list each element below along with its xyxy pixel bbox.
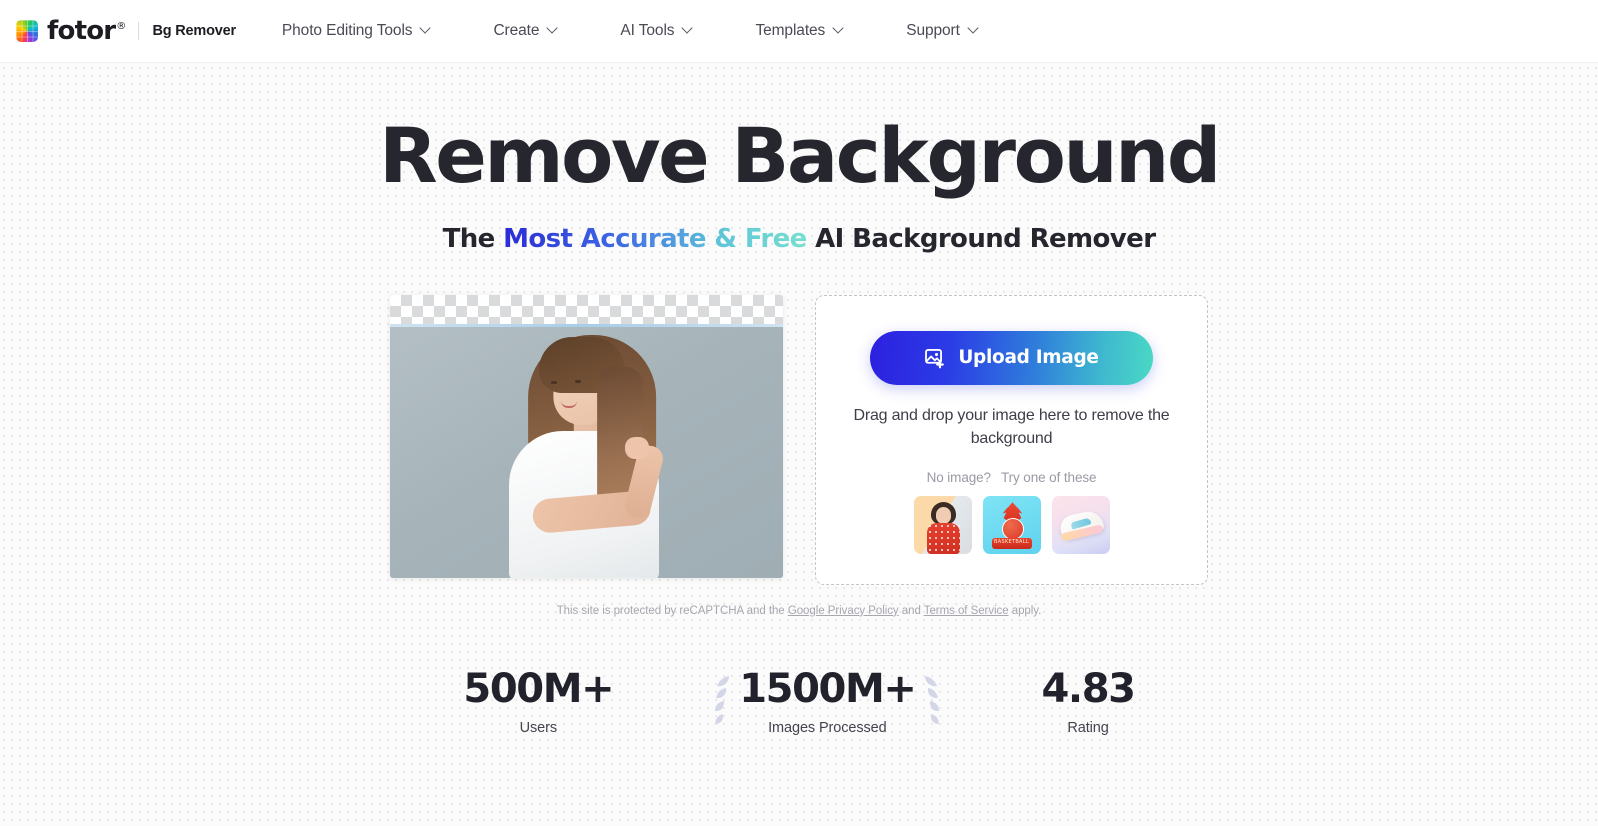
subtitle-suffix: AI Background Remover bbox=[806, 223, 1156, 254]
registered-trademark-icon: ® bbox=[116, 21, 126, 33]
stat-users: 500M+ Users bbox=[463, 665, 614, 736]
subtitle-highlight: Most Accurate & Free bbox=[503, 223, 807, 254]
nav-item-photo-editing-tools[interactable]: Photo Editing Tools bbox=[282, 14, 432, 48]
recaptcha-text-after: apply. bbox=[1008, 604, 1042, 617]
sample-prompt-row: No image? Try one of these bbox=[927, 470, 1097, 485]
subtitle-prefix: The bbox=[442, 223, 504, 254]
thumb-dress-pattern bbox=[926, 523, 960, 555]
no-image-label: No image? bbox=[926, 470, 991, 486]
photo-eye-right bbox=[574, 379, 581, 383]
main-navigation: Photo Editing Tools Create AI Tools Temp… bbox=[282, 14, 979, 48]
fotor-logo-icon bbox=[16, 20, 38, 42]
recaptcha-text-before: This site is protected by reCAPTCHA and … bbox=[556, 604, 788, 617]
sample-basketball-logo[interactable]: BASKETBALL bbox=[982, 496, 1041, 555]
upload-button-label: Upload Image bbox=[958, 347, 1099, 369]
thumb-face bbox=[935, 507, 951, 525]
sample-sneaker[interactable] bbox=[1051, 496, 1110, 555]
google-privacy-policy-link[interactable]: Google Privacy Policy bbox=[788, 605, 899, 617]
stat-label: Rating bbox=[1067, 719, 1109, 736]
chevron-down-icon bbox=[834, 24, 844, 34]
photo-hand bbox=[624, 436, 649, 459]
stat-rating: 4.83 Rating bbox=[1041, 665, 1135, 736]
product-name[interactable]: Bg Remover bbox=[153, 23, 237, 39]
chevron-down-icon bbox=[969, 24, 979, 34]
laurel-wreath-right-icon bbox=[925, 675, 940, 724]
page-title: Remove Background bbox=[379, 111, 1221, 200]
nav-label: Photo Editing Tools bbox=[281, 22, 413, 39]
stat-wreath-row: 1500M+ Images Processed bbox=[707, 666, 947, 736]
laurel-wreath-left-icon bbox=[715, 675, 730, 724]
stat-value: 1500M+ bbox=[739, 665, 917, 712]
chevron-down-icon bbox=[683, 24, 693, 34]
hero-subtitle: The Most Accurate & Free AI Background R… bbox=[0, 224, 1598, 254]
nav-item-support[interactable]: Support bbox=[906, 14, 979, 48]
stat-value: 4.83 bbox=[1041, 665, 1135, 712]
image-plus-icon bbox=[925, 348, 945, 369]
terms-of-service-link[interactable]: Terms of Service bbox=[924, 605, 1009, 617]
nav-label: Create bbox=[493, 22, 540, 39]
main-content-row: Upload Image Drag and drop your image he… bbox=[0, 294, 1598, 585]
try-one-label: Try one of these bbox=[1000, 470, 1097, 486]
nav-label: Support bbox=[906, 22, 960, 39]
stat-images-processed: 1500M+ Images Processed bbox=[707, 666, 947, 736]
stat-label: Users bbox=[519, 719, 557, 736]
logo-wordmark: fotor® bbox=[47, 16, 126, 46]
chevron-down-icon bbox=[548, 24, 558, 34]
chevron-down-icon bbox=[421, 24, 431, 34]
preview-photo bbox=[390, 326, 783, 578]
stat-value: 500M+ bbox=[463, 665, 614, 712]
photo-eye-left bbox=[550, 380, 557, 384]
nav-item-create[interactable]: Create bbox=[493, 14, 558, 48]
sample-thumbnails: BASKETBALL bbox=[913, 496, 1110, 555]
recaptcha-notice: This site is protected by reCAPTCHA and … bbox=[0, 605, 1598, 617]
nav-item-templates[interactable]: Templates bbox=[755, 14, 844, 48]
sample-woman-red-dress[interactable] bbox=[913, 496, 972, 555]
upload-image-button[interactable]: Upload Image bbox=[870, 330, 1153, 385]
upload-dropzone[interactable]: Upload Image Drag and drop your image he… bbox=[815, 294, 1208, 585]
thumb-ribbon-text: BASKETBALL bbox=[994, 539, 1029, 546]
nav-label: Templates bbox=[755, 22, 826, 39]
stat-label: Images Processed bbox=[768, 719, 887, 736]
brand-divider bbox=[137, 22, 139, 40]
hero-section: Remove Background The Most Accurate & Fr… bbox=[0, 63, 1598, 254]
recaptcha-text-middle: and bbox=[898, 604, 924, 617]
drag-drop-instruction: Drag and drop your image here to remove … bbox=[853, 406, 1170, 447]
nav-label: AI Tools bbox=[620, 22, 675, 39]
before-after-preview[interactable] bbox=[390, 294, 783, 578]
thumb-basketball-icon bbox=[1001, 518, 1024, 541]
nav-item-ai-tools[interactable]: AI Tools bbox=[620, 14, 693, 48]
site-header: fotor® Bg Remover Photo Editing Tools Cr… bbox=[0, 0, 1598, 63]
transparency-checkerboard bbox=[390, 294, 783, 324]
brand-logo[interactable]: fotor® bbox=[16, 18, 126, 44]
stats-section: 500M+ Users 1500M+ Images Processed 4.83… bbox=[0, 666, 1598, 736]
